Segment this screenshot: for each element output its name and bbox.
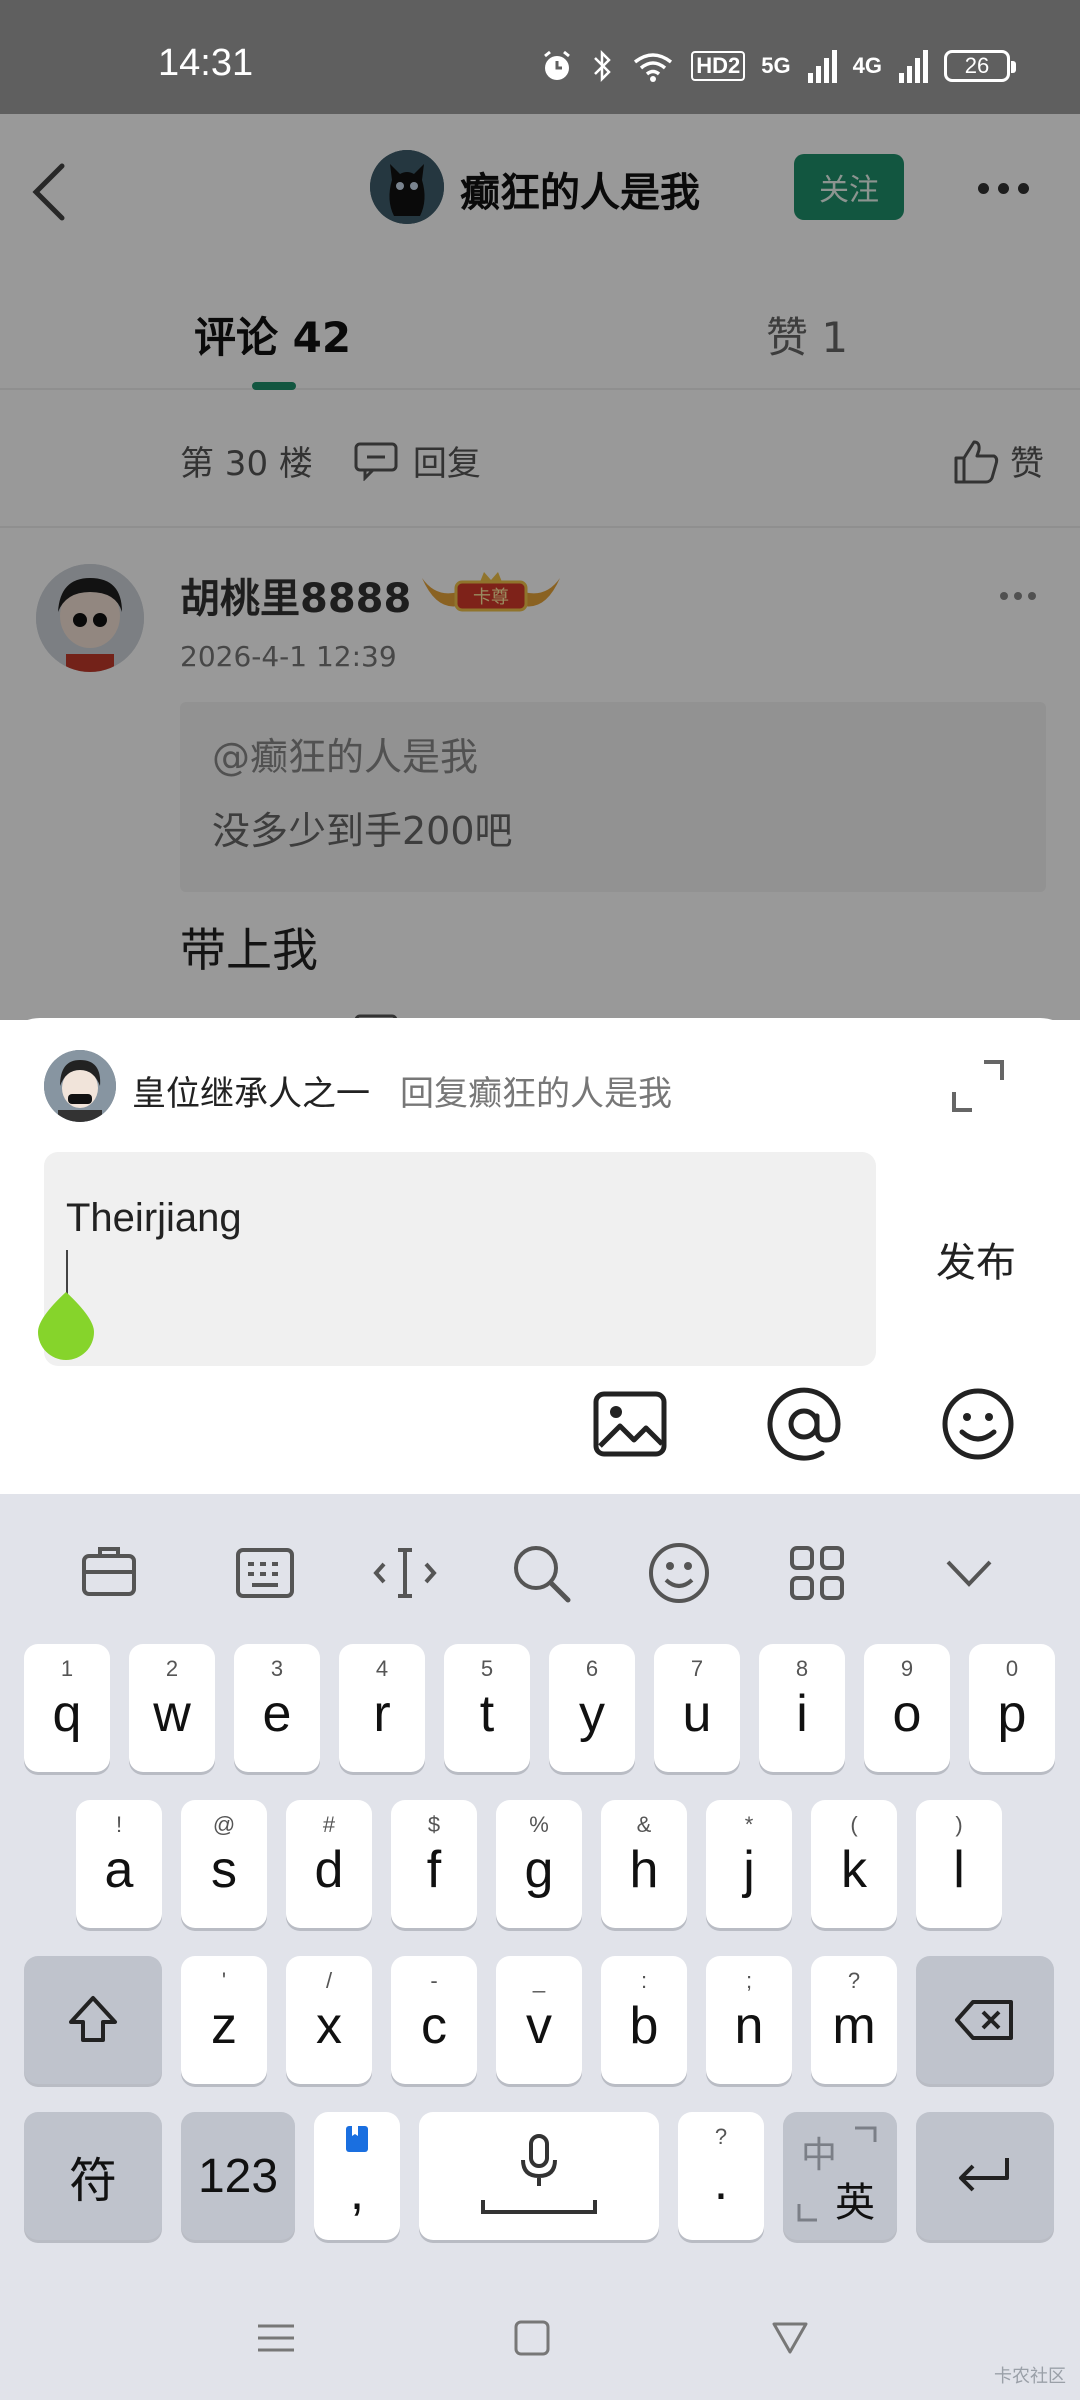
key-f[interactable]: $ f bbox=[391, 1800, 477, 1928]
key-k[interactable]: (k bbox=[811, 1800, 897, 1928]
home-icon[interactable] bbox=[502, 2308, 562, 2368]
key-h[interactable]: & h bbox=[601, 1800, 687, 1928]
hd-indicator: HD2 bbox=[691, 51, 746, 81]
emoji-icon[interactable] bbox=[938, 1384, 1018, 1464]
shift-key[interactable] bbox=[24, 1956, 162, 2084]
key-g[interactable]: % g bbox=[496, 1800, 582, 1928]
expand-button[interactable] bbox=[950, 1058, 1006, 1114]
key-r[interactable]: 4r bbox=[339, 1644, 425, 1772]
caret-handle[interactable] bbox=[36, 1288, 96, 1360]
key-p[interactable]: 0p bbox=[969, 1644, 1055, 1772]
key-l[interactable]: ) l bbox=[916, 1800, 1002, 1928]
key-y[interactable]: 6y bbox=[549, 1644, 635, 1772]
key-i[interactable]: 8i bbox=[759, 1644, 845, 1772]
clipboard-icon[interactable] bbox=[74, 1538, 144, 1608]
key-c[interactable]: -c bbox=[391, 1956, 477, 2084]
status-bar: 14:31 HD2 5G 4G 26 bbox=[0, 0, 1080, 114]
soft-keyboard: 1q 2w 3e 4r 5t 6y 7u 8i 9o 0p ! a @ s # d $… bbox=[0, 1494, 1080, 2294]
alarm-icon bbox=[544, 50, 571, 80]
key-j[interactable]: * j bbox=[706, 1800, 792, 1928]
key-v[interactable]: _ v bbox=[496, 1956, 582, 2084]
period-key[interactable]: ?. bbox=[678, 2112, 764, 2240]
key-a[interactable]: ! a bbox=[76, 1800, 162, 1928]
key-o[interactable]: 9o bbox=[864, 1644, 950, 1772]
cursor-move-icon[interactable] bbox=[370, 1538, 440, 1608]
net-5g-label: 5G bbox=[761, 53, 791, 78]
backspace-key[interactable] bbox=[916, 1956, 1054, 2084]
status-icons: HD2 5G 4G 26 bbox=[539, 48, 1016, 84]
key-t[interactable]: 5t bbox=[444, 1644, 530, 1772]
apps-grid-icon[interactable] bbox=[782, 1538, 852, 1608]
reply-input[interactable]: Theirjiang bbox=[38, 1152, 876, 1366]
system-nav-bar: 卡农社区 bbox=[0, 2294, 1080, 2400]
watermark: 卡农社区 bbox=[994, 2366, 1066, 2387]
net-4g-label: 4G bbox=[852, 53, 882, 78]
keyboard-layout-icon[interactable] bbox=[230, 1538, 300, 1608]
microphone-icon bbox=[521, 2134, 557, 2186]
key-u[interactable]: 7u bbox=[654, 1644, 740, 1772]
space-bar-icon bbox=[481, 2200, 597, 2214]
expand-icon bbox=[952, 1060, 1004, 1112]
search-icon[interactable] bbox=[506, 1538, 576, 1608]
key-w[interactable]: 2w bbox=[129, 1644, 215, 1772]
emoji-keyboard-icon[interactable] bbox=[644, 1538, 714, 1608]
enter-key[interactable] bbox=[916, 2112, 1054, 2240]
symbols-key[interactable]: 符 bbox=[24, 2112, 162, 2240]
battery-indicator: 26 bbox=[944, 50, 1016, 82]
status-time: 14:31 bbox=[158, 42, 254, 84]
key-e[interactable]: 3e bbox=[234, 1644, 320, 1772]
reply-input-value[interactable]: Theirjiang bbox=[66, 1196, 242, 1241]
signal-icon bbox=[807, 50, 837, 83]
hide-keyboard-icon[interactable] bbox=[934, 1538, 1004, 1608]
mention-icon[interactable] bbox=[764, 1384, 844, 1464]
space-key[interactable] bbox=[419, 2112, 659, 2240]
shift-icon bbox=[69, 1996, 117, 2042]
key-b[interactable]: :b bbox=[601, 1956, 687, 2084]
backspace-icon bbox=[955, 2000, 1013, 2040]
key-n[interactable]: ; n bbox=[706, 1956, 792, 2084]
enter-icon bbox=[959, 2158, 1009, 2192]
corner-brackets-icon bbox=[797, 2126, 877, 2222]
key-x[interactable]: / x bbox=[286, 1956, 372, 2084]
key-m[interactable]: ? m bbox=[811, 1956, 897, 2084]
publish-button[interactable]: 发布 bbox=[936, 1230, 1016, 1288]
key-z[interactable]: ' z bbox=[181, 1956, 267, 2084]
menu-icon[interactable] bbox=[246, 2308, 306, 2368]
key-s[interactable]: @ s bbox=[181, 1800, 267, 1928]
dim-overlay[interactable] bbox=[0, 114, 1080, 1020]
numbers-key[interactable]: 123 bbox=[181, 2112, 295, 2240]
reply-author-name: 皇位继承人之一 bbox=[132, 1074, 370, 1114]
battery-level: 26 bbox=[964, 53, 990, 78]
key-q[interactable]: 1q bbox=[24, 1644, 110, 1772]
back-triangle-icon[interactable] bbox=[760, 2308, 820, 2368]
comma-key[interactable]: , bbox=[314, 2112, 400, 2240]
key-d[interactable]: # d bbox=[286, 1800, 372, 1928]
language-switch-key[interactable]: 中 英 bbox=[783, 2112, 897, 2240]
image-icon[interactable] bbox=[590, 1384, 670, 1464]
bluetooth-icon bbox=[594, 49, 612, 83]
signal-icon-2 bbox=[899, 50, 928, 83]
comment-page: 癫狂的人是我 关注 评论 42 赞 1 第 30 楼 回复 赞 胡桃里8888 … bbox=[0, 114, 1080, 1020]
wifi-icon bbox=[634, 53, 673, 82]
book-icon bbox=[346, 2126, 368, 2152]
keyboard-toolbar bbox=[0, 1494, 1080, 1644]
reply-sheet: 皇位继承人之一 回复癫狂的人是我 Theirjiang 发布 bbox=[0, 1018, 1080, 1494]
reply-target: 回复癫狂的人是我 bbox=[400, 1074, 672, 1114]
my-avatar bbox=[44, 1050, 116, 1122]
